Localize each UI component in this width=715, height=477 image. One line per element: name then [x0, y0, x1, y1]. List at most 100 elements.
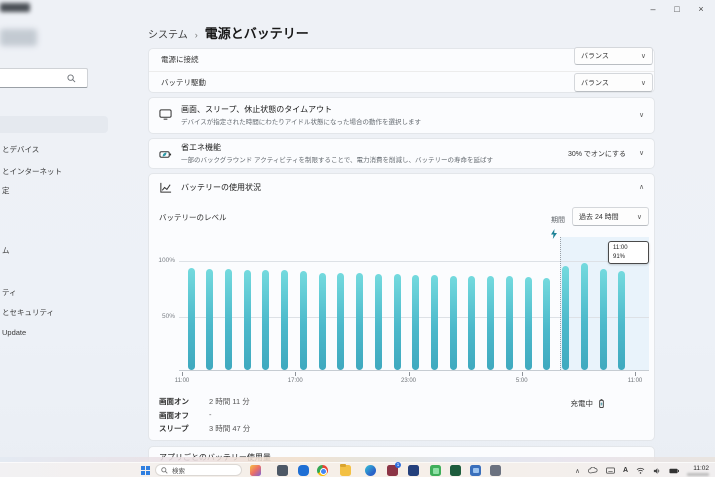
energy-saver-card[interactable]: 省エネ機能 一部のバックグラウンド アクティビティを制限することで、電力消費を削…: [148, 138, 655, 169]
search-icon: [161, 466, 168, 474]
x-axis-tick-label: 11:00: [174, 378, 190, 384]
usage-stat-row: 画面オフ -: [159, 410, 212, 421]
timeouts-description: デバイスが指定された時間にわたりアイドル状態になった場合の動作を選択します: [181, 119, 421, 126]
widgets-icon[interactable]: [250, 465, 261, 476]
battery-charging-icon: [599, 399, 604, 408]
file-explorer-icon[interactable]: [340, 464, 351, 476]
battery-level-bar: [337, 272, 345, 370]
task-view-icon[interactable]: [277, 465, 288, 476]
on-battery-dropdown[interactable]: バランス ∨: [574, 73, 653, 92]
photos-icon[interactable]: [430, 465, 441, 476]
volume-icon[interactable]: [653, 467, 661, 475]
period-value: 過去 24 時間: [579, 213, 619, 221]
battery-level-bar: [524, 277, 532, 370]
x-axis-tick: [295, 372, 297, 376]
energy-saver-value: 30% でオンにする: [567, 151, 626, 158]
blurred-window-title: [0, 3, 30, 12]
sidebar-item[interactable]: とセキュリティ: [2, 307, 54, 318]
battery-level-bar: [262, 269, 270, 370]
desktop: – □ × とデバイスとインターネット定ムティとセキュリティ Update システ…: [0, 0, 715, 477]
search-icon: [67, 74, 76, 83]
plugged-in-dropdown[interactable]: バランス ∨: [574, 47, 653, 65]
breadcrumb: システム › 電源とバッテリー: [148, 23, 309, 42]
battery-level-bar: [187, 267, 195, 370]
battery-usage-title: バッテリーの使用状況: [181, 183, 261, 192]
battery-tray-icon[interactable]: [669, 468, 679, 474]
battery-level-bar: [430, 275, 438, 370]
sidebar-item[interactable]: Update: [2, 328, 26, 337]
breadcrumb-system[interactable]: システム: [148, 26, 188, 41]
x-axis-tick: [635, 372, 636, 376]
x-axis-tick-label: 11:00: [627, 378, 643, 384]
lightning-bolt-icon: [551, 229, 557, 239]
paint-icon[interactable]: [408, 465, 419, 476]
terminal-icon[interactable]: [450, 465, 461, 476]
chevron-down-icon: ∨: [636, 213, 642, 221]
battery-level-bar: [318, 272, 326, 370]
tooltip-time: 11:00: [613, 245, 628, 251]
battery-usage-chart-icon: [160, 182, 172, 193]
notification-badge: 1: [395, 462, 401, 468]
battery-level-bar: [449, 276, 457, 370]
chevron-right-icon: ›: [194, 30, 198, 40]
usage-stat-label: スリープ: [159, 424, 189, 433]
wifi-icon[interactable]: [636, 467, 645, 474]
sidebar-search-box[interactable]: [0, 68, 88, 88]
onedrive-icon[interactable]: [298, 465, 309, 476]
settings-icon[interactable]: [490, 465, 501, 476]
blurred-clock-date: [687, 473, 709, 476]
battery-level-bar: [487, 276, 495, 370]
taskbar: 検索 1 ∧ A 11:02: [0, 462, 715, 477]
energy-saver-title: 省エネ機能: [181, 143, 221, 152]
taskbar-clock[interactable]: 11:02: [687, 465, 709, 476]
battery-level-bar: [299, 270, 307, 370]
charging-status: 充電中: [571, 398, 607, 409]
tooltip-percent: 91%: [613, 253, 626, 260]
close-button[interactable]: ×: [689, 2, 713, 16]
chevron-down-icon[interactable]: ∨: [639, 149, 644, 157]
blurred-user-name: [0, 29, 37, 46]
period-dropdown[interactable]: 過去 24 時間 ∨: [572, 207, 649, 226]
chevron-down-icon: ∨: [640, 53, 646, 60]
ime-mode-indicator[interactable]: A: [623, 467, 628, 474]
x-axis-tick: [182, 372, 183, 376]
x-axis-tick: [521, 372, 523, 376]
mail-icon[interactable]: 1: [387, 462, 401, 476]
clock-time: 11:02: [693, 465, 709, 472]
sidebar-item[interactable]: ム: [2, 245, 10, 256]
battery-level-bar: [224, 268, 232, 370]
energy-saver-description: 一部のバックグラウンド アクティビティを制限することで、電力消費を削減し、バッテ…: [181, 157, 493, 164]
start-button[interactable]: [141, 466, 150, 475]
on-battery-value: バランス: [581, 79, 609, 87]
touch-keyboard-icon[interactable]: [606, 467, 615, 474]
sidebar-item[interactable]: とデバイス: [2, 144, 39, 155]
chevron-up-icon[interactable]: ∧: [639, 183, 644, 191]
sidebar-item[interactable]: 定: [2, 185, 10, 196]
sidebar-item[interactable]: ティ: [2, 287, 17, 298]
edge-icon[interactable]: [365, 465, 376, 476]
energy-saver-icon: [159, 151, 172, 158]
sidebar-item-system-selected[interactable]: [0, 116, 108, 133]
usage-stat-value: 3 時間 47 分: [209, 424, 251, 433]
usage-stat-value: 2 時間 11 分: [209, 397, 250, 406]
battery-level-label: バッテリーのレベル: [159, 213, 227, 222]
x-axis-line: [179, 370, 649, 371]
tray-chevron-up-icon[interactable]: ∧: [575, 467, 580, 475]
y-tick-50: 50%: [161, 313, 175, 320]
maximize-button[interactable]: □: [665, 2, 689, 16]
taskbar-search[interactable]: 検索: [155, 464, 242, 476]
battery-level-bar: [356, 272, 364, 370]
x-axis-tick: [408, 372, 410, 376]
on-battery-label: バッテリ駆動: [161, 78, 206, 87]
battery-level-bar: [281, 269, 289, 370]
chevron-down-icon[interactable]: ∨: [639, 111, 644, 119]
chrome-icon[interactable]: [317, 465, 328, 476]
battery-level-bar: [580, 263, 588, 370]
onedrive-cloud-icon[interactable]: [587, 467, 598, 474]
y-tick-100: 100%: [158, 257, 175, 264]
sidebar-item[interactable]: とインターネット: [2, 166, 62, 177]
movies-icon[interactable]: [470, 465, 481, 476]
x-axis-tick-label: 23:00: [400, 378, 416, 384]
minimize-button[interactable]: –: [641, 2, 665, 16]
timeouts-card[interactable]: 画面、スリープ、休止状態のタイムアウト デバイスが指定された時間にわたりアイドル…: [148, 97, 655, 134]
